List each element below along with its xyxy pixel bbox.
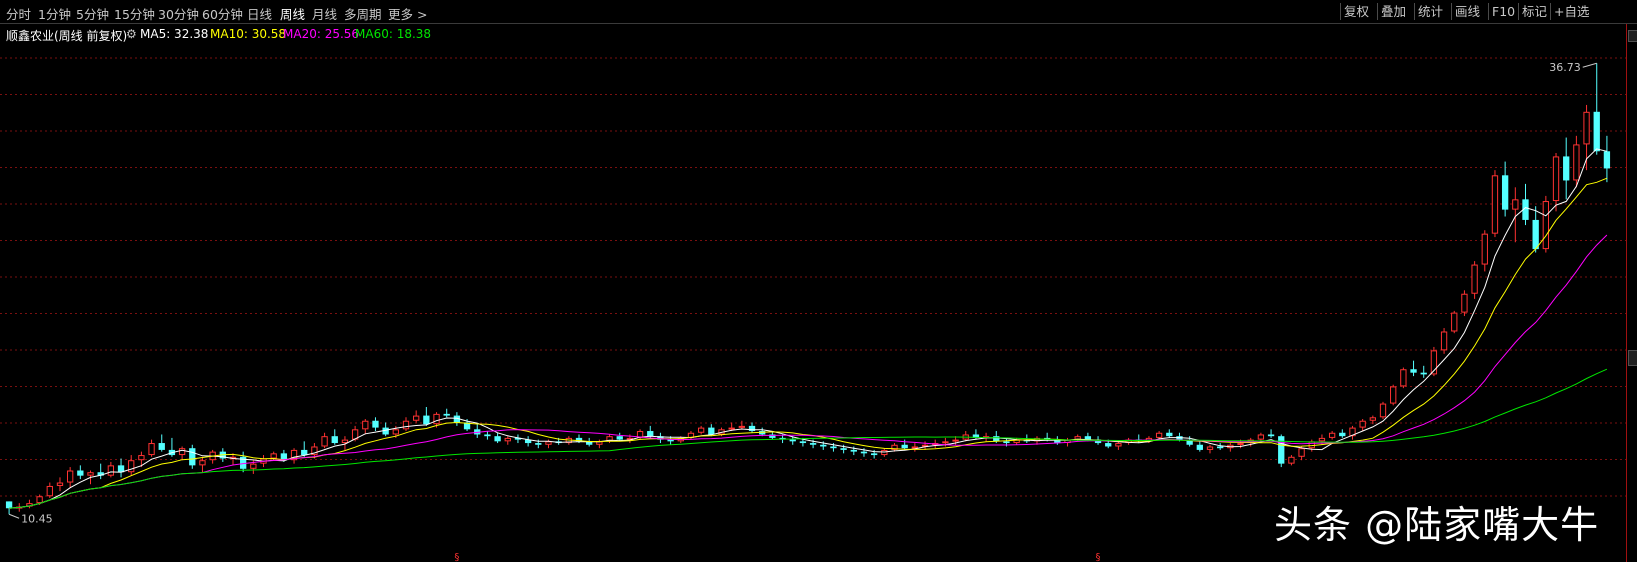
toolbar-button-4[interactable]: F10 <box>1488 3 1518 20</box>
period-tab-0[interactable]: 分时 <box>6 4 31 23</box>
toolbar-button-0[interactable]: 复权 <box>1340 3 1372 20</box>
chart-frame <box>0 24 1627 562</box>
toolbar-button-1[interactable]: 叠加 <box>1377 3 1409 20</box>
period-tab-4[interactable]: 30分钟 <box>158 4 199 23</box>
toolbar-button-6[interactable]: +自选 <box>1550 3 1592 20</box>
scroll-handle[interactable] <box>1628 350 1637 366</box>
period-toolbar: 分时 1分钟 5分钟 15分钟 30分钟 60分钟 日线 周线 月线 多周期 更多 > 复权 叠加 统计… <box>0 0 1637 24</box>
period-tab-1[interactable]: 1分钟 <box>38 4 71 23</box>
period-tab-9[interactable]: 多周期 <box>344 4 382 23</box>
toolbar-button-2[interactable]: 统计 <box>1414 3 1446 20</box>
watermark: 头条 @陆家嘴大牛 <box>1274 503 1600 547</box>
toolbar-button-3[interactable]: 画线 <box>1451 3 1483 20</box>
period-tab-2[interactable]: 5分钟 <box>76 4 109 23</box>
period-tab-7[interactable]: 周线 <box>280 4 305 23</box>
period-tab-6[interactable]: 日线 <box>247 4 272 23</box>
period-tab-3[interactable]: 15分钟 <box>114 4 155 23</box>
diamond-icon[interactable] <box>1628 30 1637 42</box>
period-tab-10[interactable]: 更多 > <box>388 4 427 23</box>
toolbar-button-5[interactable]: 标记 <box>1518 3 1550 20</box>
period-tab-5[interactable]: 60分钟 <box>202 4 243 23</box>
period-tab-8[interactable]: 月线 <box>312 4 337 23</box>
